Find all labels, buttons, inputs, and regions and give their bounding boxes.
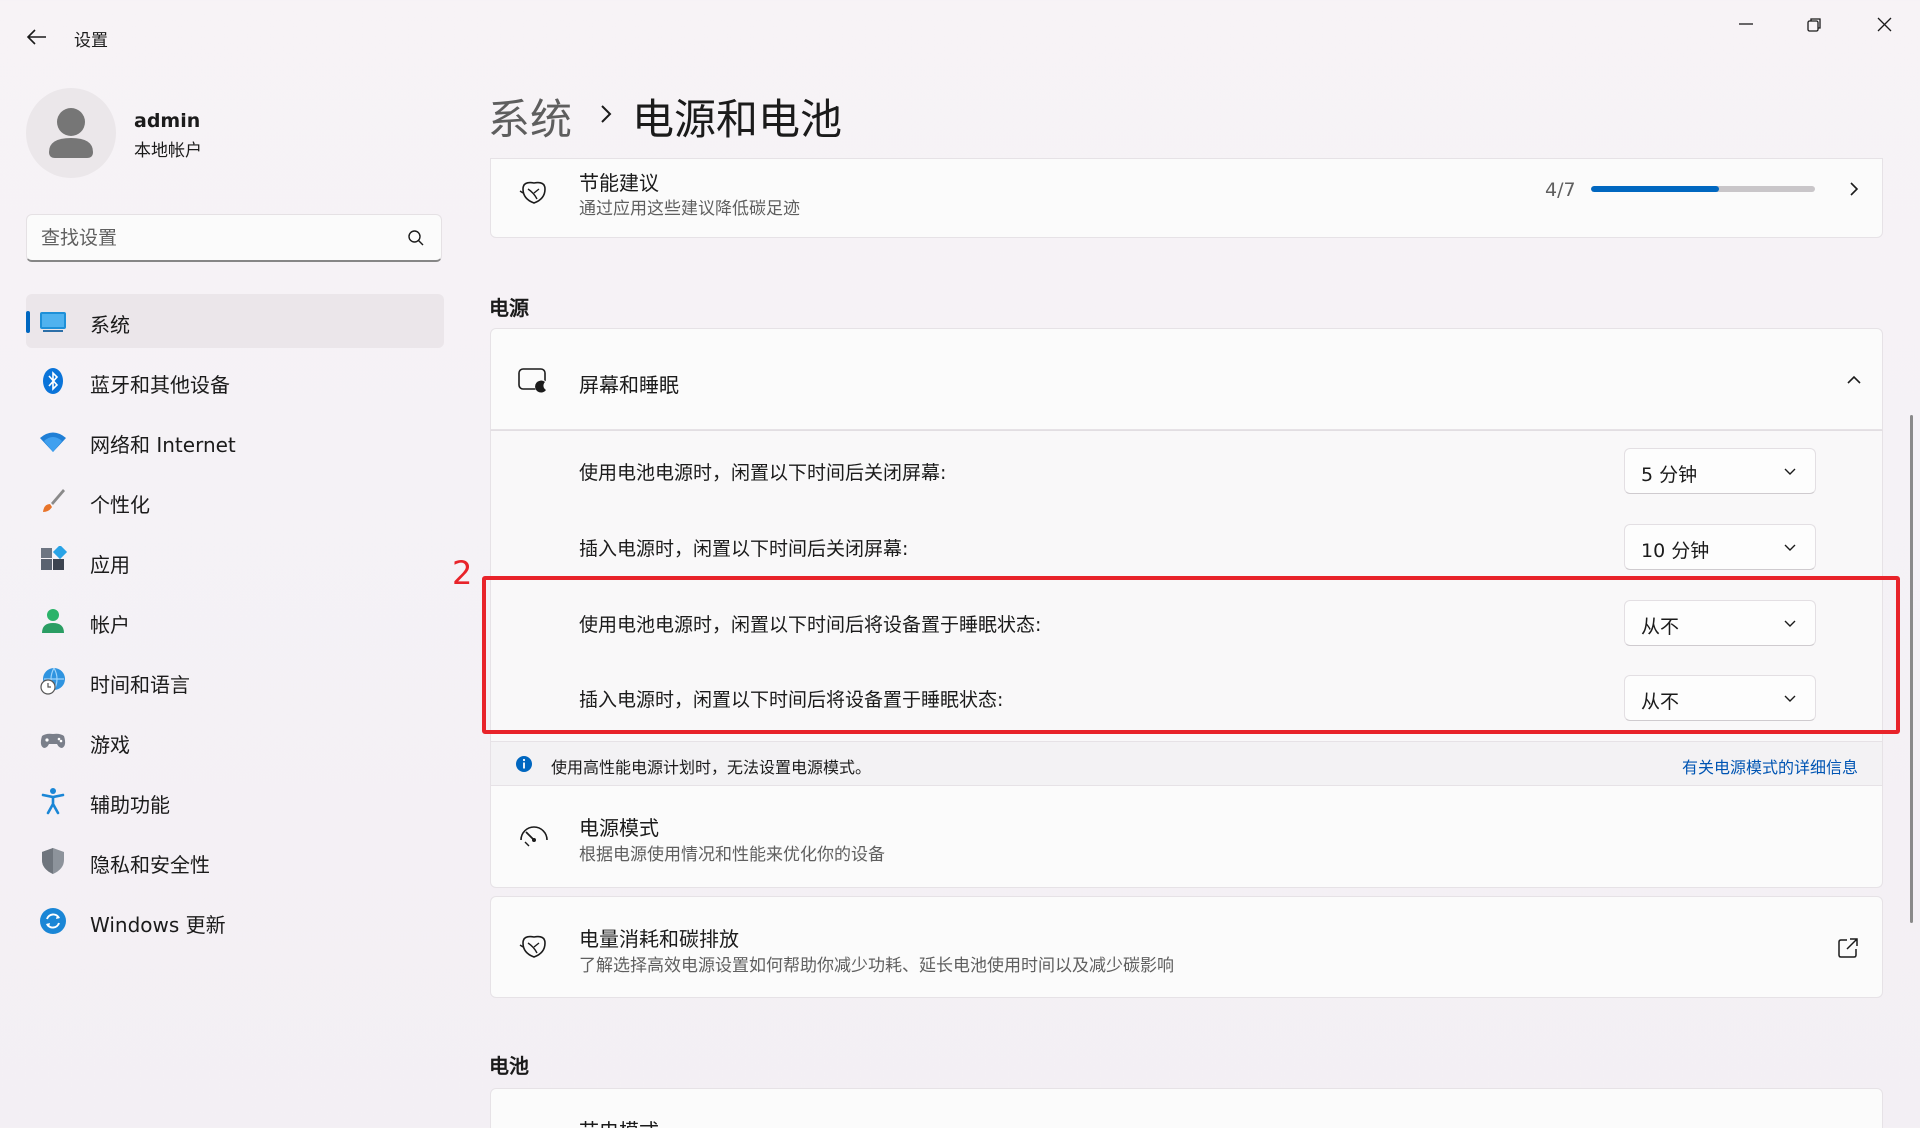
gamepad-icon <box>40 733 66 748</box>
setting-row: 使用电池电源时，闲置以下时间后关闭屏幕: 5 分钟 <box>491 439 1884 501</box>
sidebar-item-apps[interactable]: 应用 <box>26 534 444 588</box>
speedometer-icon <box>520 826 548 847</box>
account-icon <box>42 609 64 633</box>
search-input[interactable] <box>41 225 391 251</box>
section-battery: 电池 <box>489 1054 529 1078</box>
chevron-right-icon <box>601 105 612 123</box>
bluetooth-icon <box>43 368 63 394</box>
shield-icon <box>42 848 64 874</box>
energy-recommendations-card[interactable]: 节能建议 通过应用这些建议降低碳足迹 4/7 <box>490 158 1883 238</box>
user-icon <box>49 108 93 158</box>
sidebar-item-personalization[interactable]: 个性化 <box>26 474 444 528</box>
progress-count: 4/7 <box>1545 179 1576 201</box>
restore-button[interactable] <box>1790 10 1838 50</box>
page-title: 电源和电池 <box>632 95 843 144</box>
scrollbar[interactable] <box>1910 415 1913 923</box>
setting-label: 插入电源时，闲置以下时间后关闭屏幕: <box>579 538 909 560</box>
brush-icon <box>43 489 65 512</box>
setting-row: 插入电源时，闲置以下时间后关闭屏幕: 10 分钟 <box>491 515 1884 577</box>
breadcrumb-parent[interactable]: 系统 <box>488 86 572 147</box>
progress-fill <box>1591 186 1719 192</box>
screen-sleep-header[interactable]: 屏幕和睡眠 <box>490 328 1883 430</box>
setting-label: 插入电源时，闲置以下时间后将设备置于睡眠状态: <box>579 689 1004 711</box>
power-mode-card: 电源模式 根据电源使用情况和性能来优化你的设备 <box>490 786 1883 888</box>
energy-carbon-card[interactable]: 电量消耗和碳排放 了解选择高效电源设置如何帮助你减少功耗、延长电池使用时间以及减… <box>490 896 1883 998</box>
chevron-down-icon <box>1784 620 1796 627</box>
chevron-up-icon[interactable] <box>1845 371 1863 389</box>
battery-sleep-dropdown[interactable]: 从不 <box>1624 600 1816 646</box>
close-icon <box>1877 17 1892 32</box>
system-icon <box>40 312 66 332</box>
power-mode-title: 电源模式 <box>579 816 659 840</box>
plugged-sleep-dropdown[interactable]: 从不 <box>1624 675 1816 721</box>
battery-saver-title: 节电模式 <box>579 1115 659 1128</box>
sidebar-item-bluetooth[interactable]: 蓝牙和其他设备 <box>26 354 444 408</box>
search-box[interactable] <box>26 214 442 262</box>
accessibility-icon <box>41 788 65 815</box>
title-bar: 设置 <box>0 0 1920 72</box>
app-title: 设置 <box>74 31 108 51</box>
minimize-button[interactable] <box>1722 10 1770 50</box>
sidebar-item-gaming[interactable]: 游戏 <box>26 714 444 768</box>
apps-icon <box>41 546 68 570</box>
info-text: 使用高性能电源计划时，无法设置电源模式。 <box>551 758 872 777</box>
plugged-screen-off-dropdown[interactable]: 10 分钟 <box>1624 524 1816 570</box>
section-power: 电源 <box>489 296 529 320</box>
external-link-icon[interactable] <box>1837 937 1859 959</box>
back-arrow-icon <box>26 29 46 45</box>
sidebar-item-time-language[interactable]: 时间和语言 <box>26 654 444 708</box>
account-type: 本地帐户 <box>134 141 202 161</box>
setting-label: 使用电池电源时，闲置以下时间后将设备置于睡眠状态: <box>579 614 1042 636</box>
user-name: admin <box>134 110 201 132</box>
setting-row: 使用电池电源时，闲置以下时间后将设备置于睡眠状态: 从不 <box>491 591 1884 653</box>
chevron-down-icon <box>1784 544 1796 551</box>
screen-sleep-title: 屏幕和睡眠 <box>579 373 679 397</box>
power-mode-info-link[interactable]: 有关电源模式的详细信息 <box>1682 754 1858 778</box>
back-button[interactable] <box>22 22 52 52</box>
restore-icon <box>1807 18 1821 32</box>
energy-card-title: 节能建议 <box>579 171 659 195</box>
chevron-down-icon <box>1784 468 1796 475</box>
setting-row: 插入电源时，闲置以下时间后将设备置于睡眠状态: 从不 <box>491 666 1884 728</box>
minimize-icon <box>1739 23 1753 25</box>
globe-clock-icon <box>40 667 65 695</box>
sidebar: admin 本地帐户 系统 蓝牙和其他设备 <box>0 72 460 1128</box>
sidebar-item-network[interactable]: 网络和 Internet <box>26 414 444 468</box>
carbon-card-title: 电量消耗和碳排放 <box>579 927 739 951</box>
info-bar: 使用高性能电源计划时，无法设置电源模式。 有关电源模式的详细信息 <box>490 742 1883 786</box>
info-icon <box>516 756 532 772</box>
battery-screen-off-dropdown[interactable]: 5 分钟 <box>1624 448 1816 494</box>
sidebar-item-system[interactable]: 系统 <box>26 294 444 348</box>
chevron-down-icon <box>1784 695 1796 702</box>
screen-sleep-body: 使用电池电源时，闲置以下时间后关闭屏幕: 5 分钟 插入电源时，闲置以下时间后关… <box>490 430 1883 742</box>
energy-card-subtitle: 通过应用这些建议降低碳足迹 <box>579 199 800 219</box>
update-icon <box>40 908 66 934</box>
close-button[interactable] <box>1860 10 1908 50</box>
sidebar-item-accessibility[interactable]: 辅助功能 <box>26 774 444 828</box>
sidebar-item-accounts[interactable]: 帐户 <box>26 594 444 648</box>
carbon-card-subtitle: 了解选择高效电源设置如何帮助你减少功耗、延长电池使用时间以及减少碳影响 <box>579 956 1174 976</box>
progress-bar <box>1591 186 1815 192</box>
screen-sleep-icon <box>518 368 549 394</box>
avatar[interactable] <box>26 88 116 178</box>
nav-list: 系统 蓝牙和其他设备 网络和 Internet 个性化 应用 帐户 时间和语言 … <box>26 294 444 954</box>
battery-saver-card[interactable]: 节电模式 <box>490 1088 1883 1128</box>
wifi-icon <box>40 432 66 452</box>
search-icon[interactable] <box>407 229 425 247</box>
annotation-number: 2 <box>452 554 473 592</box>
leaf-icon <box>519 181 546 204</box>
setting-label: 使用电池电源时，闲置以下时间后关闭屏幕: <box>579 462 947 484</box>
power-mode-subtitle: 根据电源使用情况和性能来优化你的设备 <box>579 845 885 865</box>
leaf-icon <box>519 935 546 958</box>
sidebar-item-privacy[interactable]: 隐私和安全性 <box>26 834 444 888</box>
chevron-right-icon <box>1850 182 1859 196</box>
sidebar-item-windows-update[interactable]: Windows 更新 <box>26 894 444 948</box>
